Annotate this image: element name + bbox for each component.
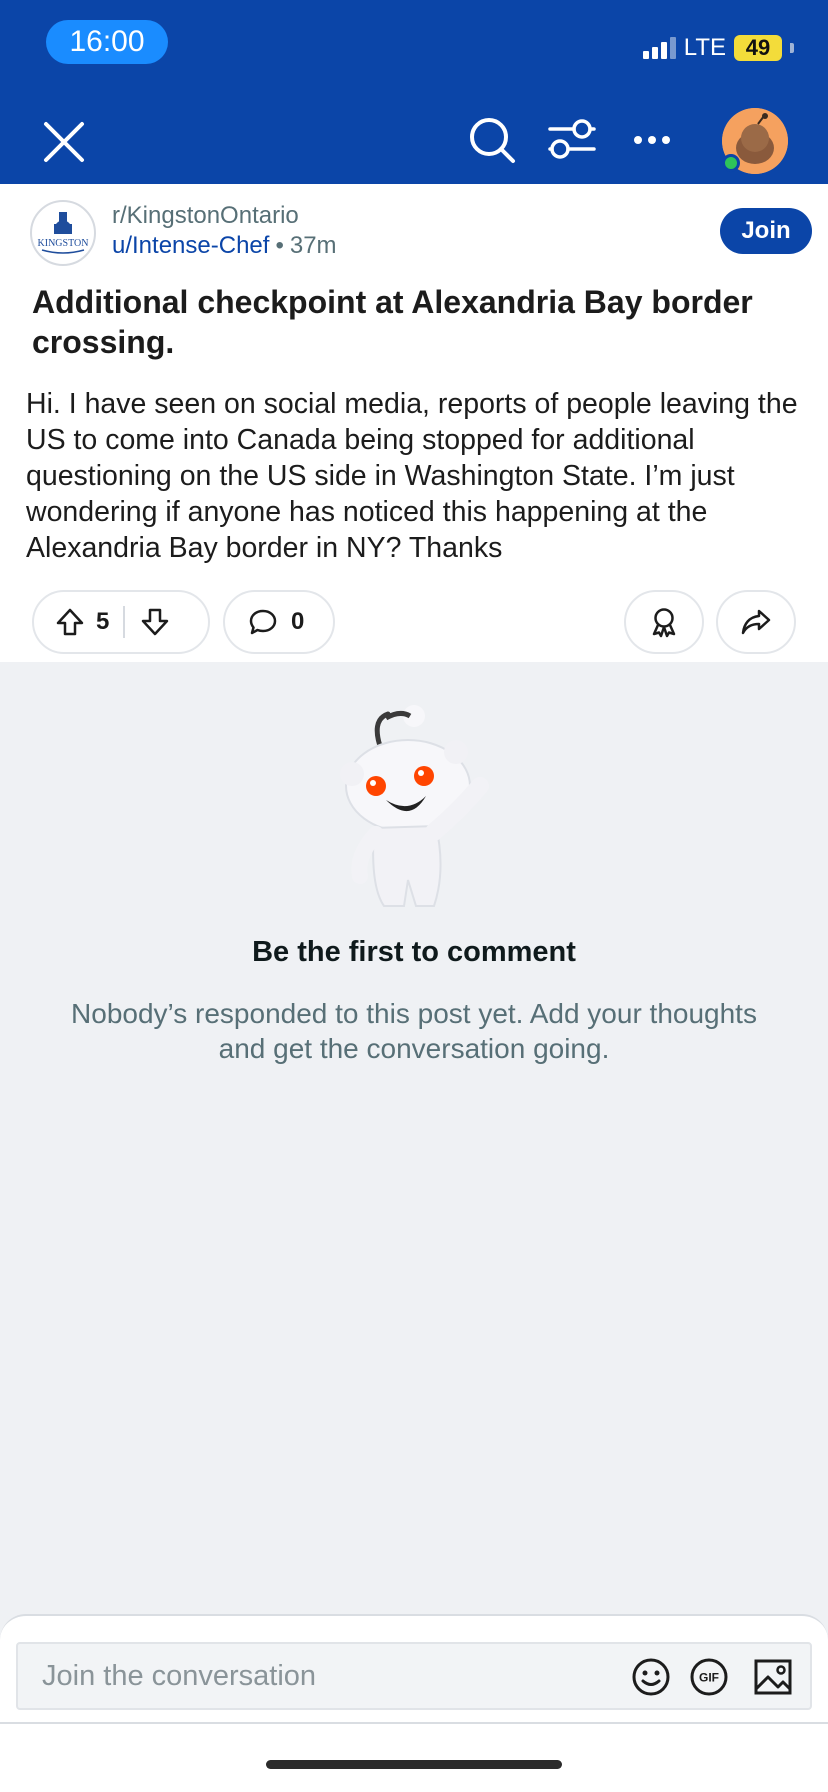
gif-label: GIF xyxy=(699,1671,719,1685)
downvote-icon[interactable] xyxy=(139,606,171,638)
more-icon[interactable] xyxy=(624,112,680,168)
separator-dot: • xyxy=(275,232,284,259)
battery-icon: 49 xyxy=(734,35,782,61)
composer-divider xyxy=(0,1722,828,1724)
comment-count: 0 xyxy=(291,608,305,635)
empty-state-title: Be the first to comment xyxy=(252,936,576,968)
home-indicator xyxy=(266,1760,562,1769)
author-link[interactable]: u/Intense-Chef xyxy=(112,232,269,259)
empty-state-subtitle: Nobody’s responded to this post yet. Add… xyxy=(71,998,757,1064)
sort-filter-icon[interactable] xyxy=(544,112,600,168)
join-button[interactable]: Join xyxy=(720,208,812,254)
upvote-count: 5 xyxy=(96,608,110,635)
post-title: Additional checkpoint at Alexandria Bay … xyxy=(32,284,753,360)
battery-nub xyxy=(790,43,794,53)
post-actions: 5 0 xyxy=(0,590,828,654)
award-icon xyxy=(647,605,681,639)
gif-icon[interactable]: GIF xyxy=(688,1656,730,1698)
vote-divider xyxy=(123,606,126,638)
comments-button[interactable]: 0 xyxy=(223,590,335,654)
subreddit-logo-text: KINGSTON xyxy=(38,238,89,249)
search-icon[interactable] xyxy=(464,112,520,168)
status-indicators: LTE 49 xyxy=(642,34,794,62)
online-indicator xyxy=(722,154,740,172)
vote-control: 5 xyxy=(32,590,210,654)
post-body: Hi. I have seen on social media, reports… xyxy=(26,388,798,564)
comment-input-wrapper: GIF xyxy=(16,1642,812,1710)
close-icon[interactable] xyxy=(40,118,88,166)
status-time: 16:00 xyxy=(46,20,168,64)
top-bar: 16:00 LTE 49 xyxy=(0,0,828,184)
network-label: LTE xyxy=(683,34,726,61)
signal-icon xyxy=(642,37,676,59)
award-button[interactable] xyxy=(624,590,704,654)
post-card: KINGSTON r/KingstonOntario u/Intense-Che… xyxy=(0,184,828,662)
comment-icon xyxy=(247,606,279,638)
post-age: 37m xyxy=(289,232,337,259)
subreddit-name[interactable]: r/KingstonOntario xyxy=(112,202,299,230)
snoo-mascot-image xyxy=(330,700,502,920)
share-icon xyxy=(739,605,773,639)
upvote-icon[interactable] xyxy=(54,606,86,638)
subreddit-logo[interactable]: KINGSTON xyxy=(30,200,96,266)
emoji-icon[interactable] xyxy=(630,1656,672,1698)
share-button[interactable] xyxy=(716,590,796,654)
battery-level: 49 xyxy=(745,35,771,60)
image-upload-icon[interactable] xyxy=(752,1656,794,1698)
comment-input[interactable] xyxy=(42,1644,542,1708)
author-line: u/Intense-Chef • 37m xyxy=(112,232,337,260)
